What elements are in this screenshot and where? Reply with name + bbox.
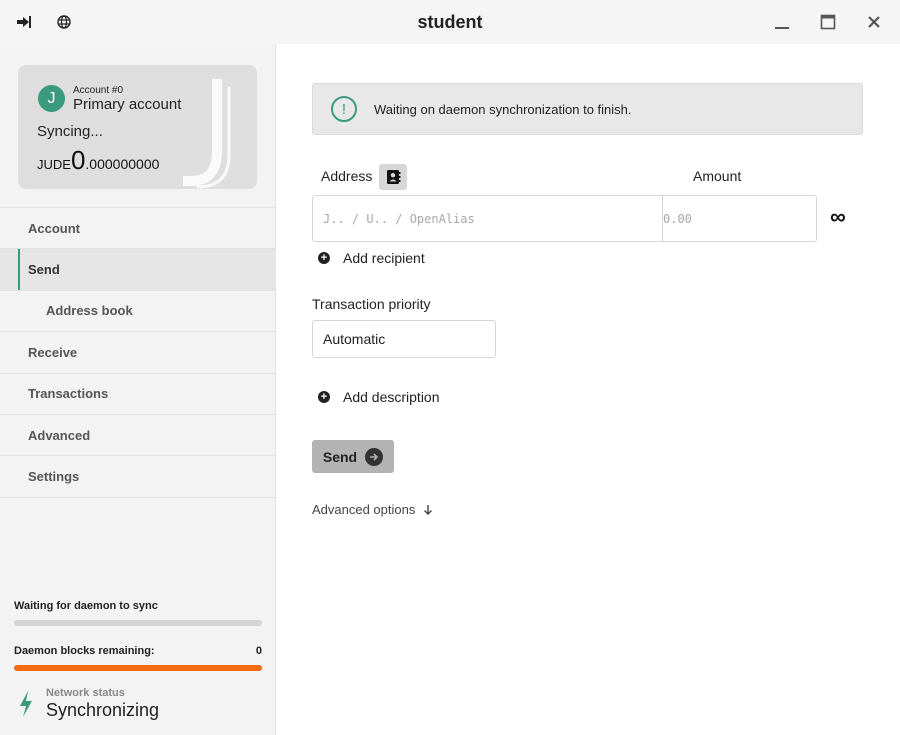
recipient-row bbox=[312, 195, 817, 242]
sync-status-text: Syncing... bbox=[37, 123, 103, 140]
avatar: J bbox=[38, 85, 65, 112]
sidebar-item-label: Settings bbox=[28, 469, 80, 485]
account-card[interactable]: J Account #0 Primary account Syncing... … bbox=[18, 65, 257, 189]
sidebar-item-settings[interactable]: Settings bbox=[0, 456, 276, 498]
maximize-icon[interactable] bbox=[816, 10, 840, 34]
address-label: Address bbox=[321, 168, 373, 184]
sidebar-item-label: Send bbox=[28, 262, 60, 278]
network-status-value: Synchronizing bbox=[46, 700, 160, 720]
sidebar-item-label: Address book bbox=[46, 303, 133, 319]
banner-text: Waiting on daemon synchronization to fin… bbox=[374, 101, 632, 117]
sidebar-item-label: Account bbox=[28, 220, 80, 236]
blocks-progress-bar bbox=[14, 665, 262, 671]
daemon-sync-label: Waiting for daemon to sync bbox=[14, 600, 158, 612]
sidebar-item-label: Receive bbox=[28, 344, 78, 360]
plus-circle-icon: + bbox=[318, 252, 330, 264]
address-input[interactable] bbox=[313, 196, 663, 241]
exclamation-circle-icon: ! bbox=[331, 96, 357, 122]
globe-icon[interactable] bbox=[54, 12, 74, 32]
arrow-down-icon bbox=[424, 504, 433, 515]
sidebar-item-receive[interactable]: Receive bbox=[0, 332, 276, 374]
add-description-label: Add description bbox=[343, 389, 440, 405]
sidebar-item-address-book[interactable]: Address book bbox=[0, 291, 276, 333]
sidebar-item-label: Advanced bbox=[28, 427, 91, 443]
blocks-remaining-value: 0 bbox=[255, 645, 262, 657]
plus-circle-icon: + bbox=[318, 391, 330, 403]
send-panel: ! Waiting on daemon synchronization to f… bbox=[277, 44, 900, 735]
sidebar-item-label: Transactions bbox=[28, 386, 109, 402]
balance-currency: JUDE bbox=[37, 157, 71, 172]
lightning-icon bbox=[20, 691, 32, 717]
priority-select[interactable]: Automatic bbox=[312, 320, 496, 358]
amount-input[interactable] bbox=[663, 196, 816, 241]
sidebar-item-account[interactable]: Account bbox=[0, 208, 276, 250]
account-number: Account #0 bbox=[73, 85, 124, 96]
add-recipient-label: Add recipient bbox=[343, 250, 425, 266]
sidebar-nav: Account Send Address book Receive Transa… bbox=[0, 207, 276, 498]
arrow-right-icon bbox=[365, 447, 384, 466]
sidebar-item-transactions[interactable]: Transactions bbox=[0, 374, 276, 415]
account-name: Primary account bbox=[73, 96, 182, 113]
address-book-icon bbox=[387, 170, 401, 184]
logout-icon[interactable] bbox=[14, 12, 34, 32]
advanced-options-toggle[interactable]: Advanced options bbox=[312, 502, 433, 517]
balance-integer: 0 bbox=[70, 145, 86, 175]
sidebar-item-advanced[interactable]: Advanced bbox=[0, 415, 276, 457]
send-button[interactable]: Send bbox=[312, 440, 394, 473]
send-label: Send bbox=[322, 448, 358, 465]
priority-label: Transaction priority bbox=[312, 296, 431, 312]
sync-warning-banner: ! Waiting on daemon synchronization to f… bbox=[312, 83, 863, 135]
network-status-label: Network status bbox=[46, 687, 125, 699]
advanced-options-label: Advanced options bbox=[312, 502, 416, 517]
sidebar-item-send[interactable]: Send bbox=[0, 249, 276, 291]
add-recipient-button[interactable]: + Add recipient bbox=[318, 250, 425, 266]
priority-value: Automatic bbox=[323, 331, 386, 347]
blocks-remaining-label: Daemon blocks remaining: bbox=[14, 645, 155, 657]
jude-logo-watermark bbox=[183, 79, 231, 189]
add-description-button[interactable]: + Add description bbox=[318, 389, 440, 405]
sidebar: J Account #0 Primary account Syncing... … bbox=[0, 44, 276, 735]
address-book-button[interactable] bbox=[379, 164, 407, 190]
balance-decimal: .000000000 bbox=[85, 156, 160, 172]
window-title: student bbox=[417, 12, 483, 32]
send-max-button[interactable]: ∞ bbox=[830, 206, 846, 228]
blocks-remaining-row: Daemon blocks remaining: 0 bbox=[14, 645, 262, 657]
title-bar: student bbox=[0, 0, 900, 44]
close-icon[interactable] bbox=[862, 10, 886, 34]
balance: JUDE 0 .000000000 bbox=[37, 145, 160, 175]
amount-label: Amount bbox=[693, 168, 742, 184]
blocks-progress-fill bbox=[14, 665, 262, 671]
minimize-icon[interactable] bbox=[770, 10, 794, 34]
daemon-sync-progress-bar bbox=[14, 620, 262, 626]
